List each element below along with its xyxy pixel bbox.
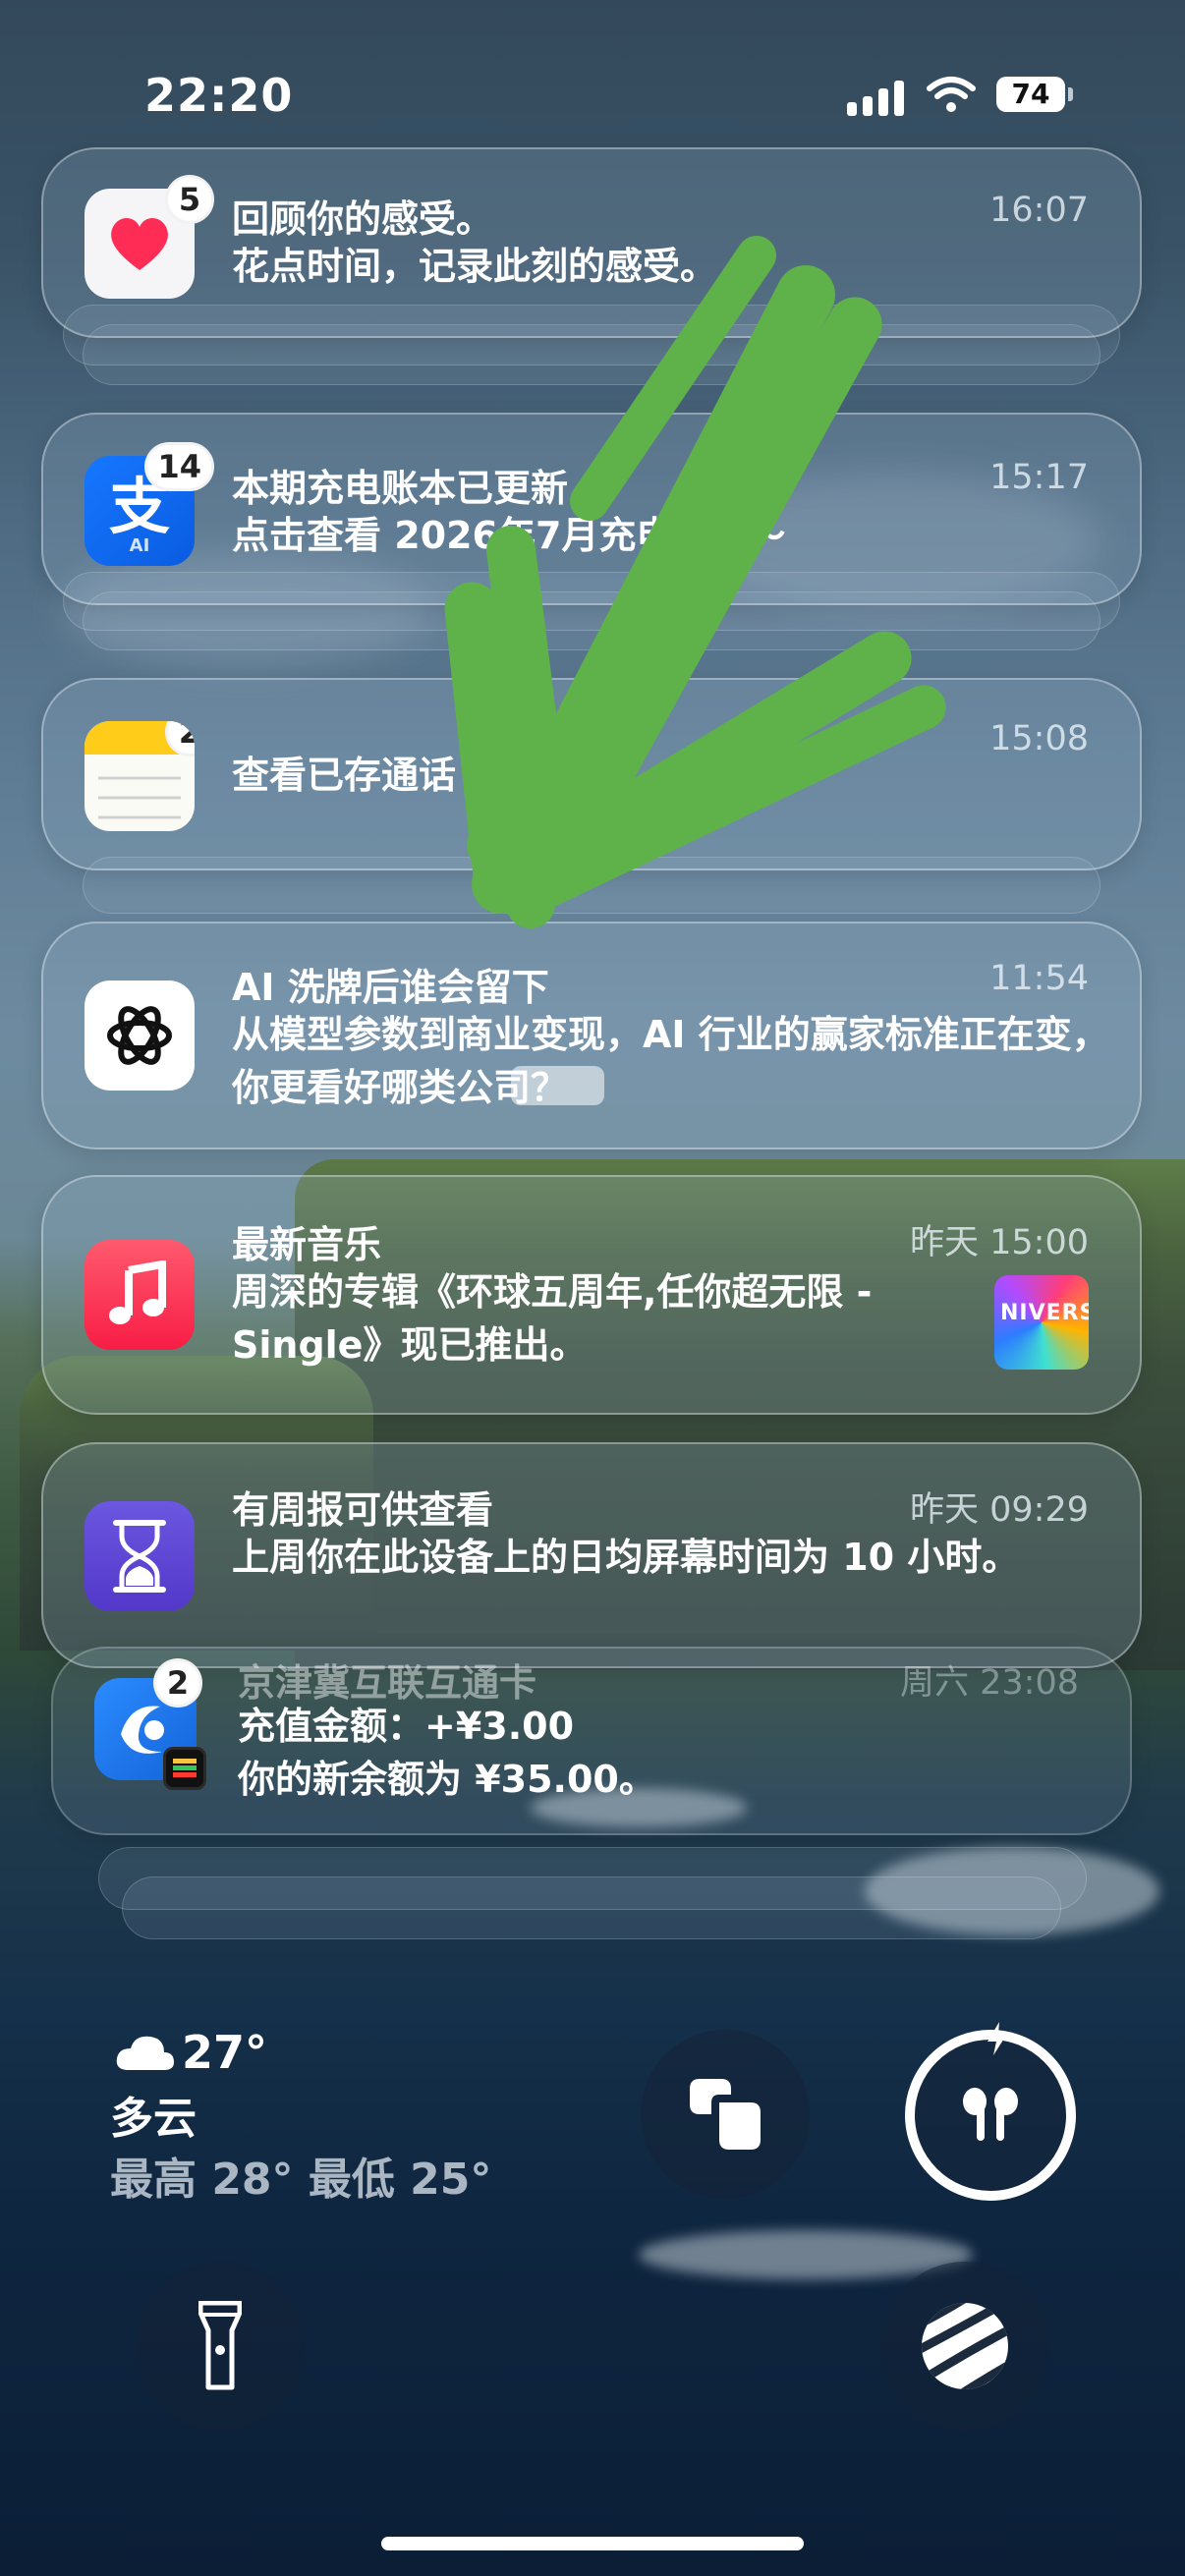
notification-music[interactable]: 最新音乐 周深的专辑《环球五周年,任你超无限 - Single》现已推出。 昨天… — [41, 1175, 1142, 1415]
battery-indicator: 74 — [996, 77, 1073, 112]
notification-wallet[interactable]: 2 京津冀互联互通卡 充值金额：+¥3.00 你的新余额为 ¥35.00。 周六… — [51, 1647, 1132, 1835]
wallet-icon — [163, 1747, 206, 1790]
app-icon-screen-time — [85, 1501, 195, 1611]
notification-time: 昨天 15:00 — [910, 1223, 1089, 1262]
notification-title: 京津冀互联互通卡 — [238, 1661, 537, 1705]
notification-title: 本期充电账本已更新 — [232, 467, 569, 510]
notification-screen-time[interactable]: 有周报可供查看 上周你在此设备上的日均屏幕时间为 10 小时。 昨天 09:29 — [41, 1442, 1142, 1668]
weather-temperature-row: 27° — [113, 2026, 267, 2079]
flashlight-icon — [198, 2301, 242, 2390]
alipay-ai-caption: AI — [130, 535, 150, 555]
notification-title: 最新音乐 — [232, 1223, 382, 1266]
camera-swap-button[interactable] — [641, 2030, 810, 2199]
cellular-signal-icon — [847, 79, 906, 116]
notification-body: 从模型参数到商业变现，AI 行业的赢家标准正在变，你更看好哪类公司？ — [232, 1013, 1109, 1109]
app-icon-notes: 2 — [85, 721, 195, 831]
notification-badge: 5 — [165, 175, 214, 224]
shortcut-button[interactable] — [880, 2262, 1049, 2431]
music-note-icon — [109, 1260, 166, 1324]
charging-bolt-icon — [988, 2022, 1007, 2055]
hourglass-icon — [113, 1520, 166, 1593]
notification-body: 上周你在此设备上的日均屏幕时间为 10 小时。 — [232, 1536, 1020, 1579]
notification-time: 11:54 — [989, 959, 1089, 998]
notification-body-line1: 充值金额：+¥3.00 — [238, 1705, 575, 1748]
notification-badge: 14 — [144, 442, 214, 491]
album-artwork-text: NIVERSAL — [1000, 1301, 1089, 1325]
wifi-icon — [927, 77, 976, 112]
openai-icon — [107, 1006, 172, 1065]
weather-temperature: 27° — [182, 2026, 268, 2079]
notification-body: 周深的专辑《环球五周年,任你超无限 - Single》现已推出。 — [232, 1270, 873, 1367]
notification-body: 查看已存通话 — [232, 754, 457, 797]
app-icon-music — [85, 1240, 195, 1350]
notification-stack-edge — [98, 1847, 1087, 1910]
weather-high-low: 最高 28° 最低 25° — [110, 2155, 492, 2205]
notification-badge: 2 — [153, 1658, 202, 1708]
app-icon-chatgpt — [85, 980, 195, 1091]
weather-condition: 多云 — [110, 2094, 197, 2144]
notification-time: 昨天 09:29 — [910, 1490, 1089, 1530]
notification-time: 15:08 — [989, 719, 1089, 758]
notification-title: AI 洗牌后谁会留下 — [232, 966, 549, 1009]
airpods-battery-button[interactable] — [905, 2022, 1076, 2201]
heart-icon — [111, 218, 168, 270]
notification-title: 回顾你的感受。 — [232, 197, 494, 241]
notification-chatgpt[interactable]: AI 洗牌后谁会留下 从模型参数到商业变现，AI 行业的赢家标准正在变，你更看好… — [41, 922, 1142, 1149]
notification-time: 15:17 — [989, 458, 1089, 497]
two-screens-icon — [690, 2079, 761, 2150]
flashlight-button[interactable] — [136, 2262, 305, 2431]
notification-health[interactable]: 5 回顾你的感受。 花点时间，记录此刻的感受。 16:07 — [41, 147, 1142, 338]
app-icon-transit-card: 2 — [94, 1658, 206, 1790]
notification-body-line2: 你的新余额为 ¥35.00。 — [238, 1758, 656, 1801]
app-icon-alipay: 支 AI 14 — [85, 442, 214, 566]
home-indicator[interactable] — [381, 2537, 804, 2550]
notification-time: 16:07 — [989, 191, 1089, 230]
notification-body: 点击查看 2026年7月充电花费～ — [232, 514, 786, 557]
cloud-icon — [116, 2036, 174, 2070]
app-icon-health: 5 — [85, 175, 214, 299]
notification-title: 有周报可供查看 — [232, 1488, 494, 1532]
album-artwork: NIVERSAL — [994, 1275, 1089, 1370]
notification-notes[interactable]: 2 查看已存通话 15:08 — [41, 678, 1142, 870]
notification-time: 周六 23:08 — [900, 1663, 1079, 1703]
striped-sphere-icon — [922, 2303, 1008, 2389]
airpods-icon — [963, 2088, 1018, 2141]
notification-alipay[interactable]: 支 AI 14 本期充电账本已更新 点击查看 2026年7月充电花费～ 15:1… — [41, 413, 1142, 605]
notification-body: 花点时间，记录此刻的感受。 — [232, 245, 718, 288]
status-time: 22:20 — [144, 69, 294, 122]
